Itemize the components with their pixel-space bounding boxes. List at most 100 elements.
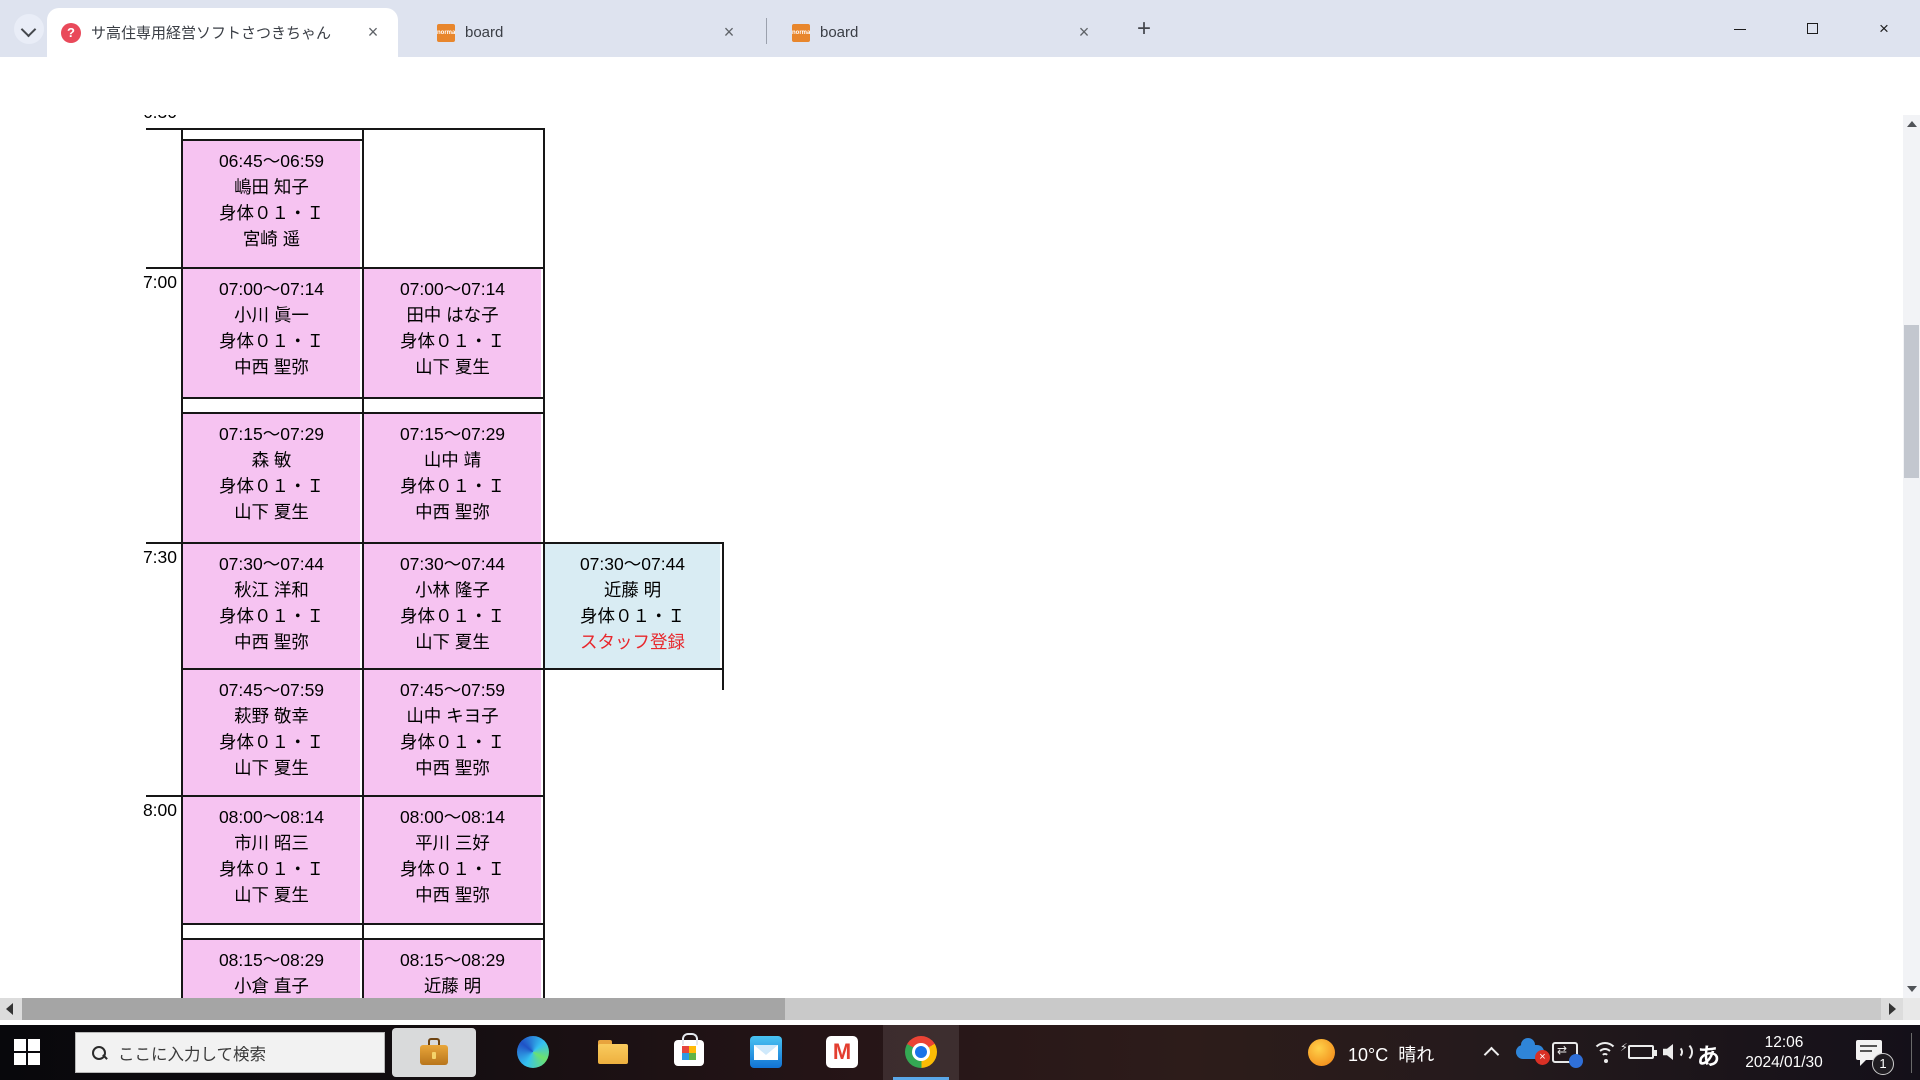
cell-service-type: 身体０１・Ｉ bbox=[580, 606, 685, 626]
tab-close-icon[interactable]: × bbox=[1073, 22, 1095, 44]
cell-time-range: 07:15〜07:29 bbox=[399, 424, 506, 444]
cell-staff-name: 山下 夏生 bbox=[234, 885, 309, 905]
tab-board-1[interactable]: norma board × bbox=[423, 8, 754, 57]
gmail-icon[interactable]: M bbox=[826, 1036, 858, 1068]
cell-client-name: 小林 隆子 bbox=[415, 580, 490, 600]
ime-indicator[interactable]: あ bbox=[1697, 1037, 1720, 1071]
cell-staff-name: 山下 夏生 bbox=[234, 758, 309, 778]
cell-service-type: 身体０１・Ｉ bbox=[219, 331, 324, 351]
cell-staff-name: 中西 聖弥 bbox=[234, 357, 309, 377]
cell-client-name: 近藤 明 bbox=[423, 976, 482, 996]
weather-text[interactable]: 10°C 晴れ bbox=[1348, 1041, 1434, 1067]
schedule-cell[interactable]: 07:45〜07:59 山中 キヨ子 身体０１・Ｉ 中西 聖弥 bbox=[364, 670, 541, 795]
microsoft-store-icon[interactable] bbox=[674, 1033, 704, 1066]
schedule-cell[interactable]: 07:15〜07:29 山中 靖身体０１・Ｉ 中西 聖弥 bbox=[364, 414, 541, 542]
screen-cast-icon[interactable] bbox=[1552, 1042, 1583, 1068]
cell-time-range: 08:00〜08:14 bbox=[399, 807, 506, 827]
tab-search-chevron-icon[interactable] bbox=[14, 14, 44, 44]
cell-time-range: 07:30〜07:44 bbox=[399, 554, 506, 574]
satsukichan-favicon-icon: ? bbox=[61, 22, 81, 43]
cell-time-range: 08:00〜08:14 bbox=[218, 807, 325, 827]
windows-taskbar: ここに入力して検索 M 10°C 晴れ あ 12:06 202 bbox=[0, 1025, 1920, 1080]
show-desktop-divider[interactable] bbox=[1911, 1033, 1912, 1073]
scroll-right-arrow[interactable] bbox=[1881, 998, 1903, 1020]
tab-title: サ高住専用経営ソフトさつきちゃん bbox=[91, 25, 332, 42]
scroll-left-arrow[interactable] bbox=[0, 998, 22, 1020]
speaker-wave-icon bbox=[1675, 1042, 1693, 1062]
cell-client-name: 市川 昭三 bbox=[234, 833, 309, 853]
vertical-scroll-thumb[interactable] bbox=[1904, 325, 1919, 478]
tray-expand-chevron-icon[interactable] bbox=[1483, 1046, 1500, 1063]
schedule-cell[interactable]: 07:45〜07:59 萩野 敬幸身体０１・Ｉ 山下 夏生 bbox=[183, 670, 360, 795]
cell-staff-name: 山下 夏生 bbox=[234, 502, 309, 522]
clock-date: 2024/01/30 bbox=[1745, 1054, 1823, 1071]
file-explorer-icon[interactable] bbox=[597, 1036, 629, 1068]
time-label-clipped: 6:30 bbox=[107, 115, 177, 122]
tab-close-icon[interactable]: × bbox=[362, 22, 384, 44]
scrollbar-corner bbox=[1903, 998, 1920, 1020]
time-label: 7:30 bbox=[142, 547, 177, 567]
horizontal-scroll-thumb[interactable] bbox=[22, 998, 785, 1020]
schedule-cell[interactable]: 07:30〜07:44 近藤 明身体０１・Ｉ スタッフ登録 bbox=[545, 544, 720, 668]
schedule-cell[interactable]: 08:00〜08:14 市川 昭三身体０１・Ｉ 山下 夏生 bbox=[183, 797, 360, 923]
clock-time: 12:06 bbox=[1764, 1034, 1804, 1051]
window-minimize-button[interactable] bbox=[1717, 14, 1763, 44]
new-tab-button[interactable]: + bbox=[1128, 14, 1160, 46]
cell-service-type: 身体０１・Ｉ bbox=[219, 732, 324, 752]
schedule-cell[interactable]: 08:00〜08:14 平川 三好 身体０１・Ｉ 中西 聖弥 bbox=[364, 797, 541, 923]
cell-staff-name: 山下 夏生 bbox=[415, 357, 490, 377]
browser-tab-strip: ? サ高住専用経営ソフトさつきちゃん × norma board × norma… bbox=[0, 0, 1920, 57]
weather-sun-icon[interactable] bbox=[1308, 1039, 1335, 1066]
schedule-cell[interactable]: 08:15〜08:29 小倉 直子 bbox=[183, 940, 360, 998]
window-maximize-button[interactable] bbox=[1789, 14, 1835, 44]
onedrive-error-icon[interactable] bbox=[1516, 1038, 1550, 1065]
schedule-cell[interactable]: 07:30〜07:44 秋江 洋和 身体０１・Ｉ 中西 聖弥 bbox=[183, 544, 360, 668]
cell-service-type: 身体０１・Ｉ bbox=[400, 606, 505, 626]
taskbar-search[interactable]: ここに入力して検索 bbox=[75, 1032, 385, 1073]
cell-staff-name: 中西 聖弥 bbox=[415, 885, 490, 905]
cell-service-type: 身体０１・Ｉ bbox=[219, 859, 324, 879]
cell-client-name: 近藤 明 bbox=[603, 580, 662, 600]
cell-time-range: 08:15〜08:29 bbox=[399, 950, 506, 970]
schedule-cell[interactable]: 07:00〜07:14 田中 はな子 身体０１・Ｉ 山下 夏生 bbox=[364, 269, 541, 397]
search-icon bbox=[92, 1045, 106, 1060]
wifi-icon[interactable] bbox=[1592, 1042, 1618, 1064]
cell-client-name: 田中 はな子 bbox=[406, 305, 499, 325]
scroll-down-arrow-icon[interactable] bbox=[1907, 986, 1917, 992]
board-favicon-icon: norma bbox=[792, 23, 810, 42]
mail-icon[interactable] bbox=[750, 1036, 782, 1068]
tab-board-2[interactable]: norma board × bbox=[778, 8, 1109, 57]
tab-title: board bbox=[465, 24, 504, 41]
cell-service-type: 身体０１・Ｉ bbox=[400, 732, 505, 752]
tab-close-icon[interactable]: × bbox=[718, 22, 740, 44]
schedule-cell[interactable]: 07:00〜07:14 小川 眞一 身体０１・Ｉ 中西 聖弥 bbox=[183, 269, 360, 397]
cell-client-name: 山中 靖 bbox=[423, 450, 482, 470]
horizontal-scrollbar[interactable] bbox=[0, 998, 1903, 1020]
grid-line bbox=[146, 128, 545, 130]
tab-satsukichan[interactable]: ? サ高住専用経営ソフトさつきちゃん × bbox=[47, 8, 398, 57]
start-button[interactable] bbox=[14, 1039, 41, 1066]
scroll-up-arrow-icon[interactable] bbox=[1907, 121, 1917, 127]
cell-client-name: 秋江 洋和 bbox=[234, 580, 309, 600]
window-close-button[interactable]: × bbox=[1861, 14, 1907, 44]
taskbar-app-chrome-active[interactable] bbox=[883, 1025, 959, 1080]
schedule-cell[interactable]: 07:15〜07:29 森 敏身体０１・Ｉ 山下 夏生 bbox=[183, 414, 360, 542]
cell-client-name: 嶋田 知子 bbox=[234, 177, 309, 197]
taskbar-clock[interactable]: 12:06 2024/01/30 bbox=[1733, 1033, 1835, 1073]
cell-service-type: 身体０１・Ｉ bbox=[219, 476, 324, 496]
cell-service-type: 身体０１・Ｉ bbox=[219, 606, 324, 626]
battery-icon[interactable] bbox=[1620, 1041, 1657, 1059]
notification-badge: 1 bbox=[1872, 1053, 1894, 1075]
taskbar-app-briefcase[interactable] bbox=[392, 1028, 476, 1077]
tab-title: board bbox=[820, 24, 859, 41]
cell-time-range: 07:45〜07:59 bbox=[218, 680, 325, 700]
cell-client-name: 萩野 敬幸 bbox=[234, 706, 309, 726]
cell-service-type: 身体０１・Ｉ bbox=[400, 476, 505, 496]
schedule-cell[interactable]: 06:45〜06:59 嶋田 知子 身体０１・Ｉ 宮崎 遥 bbox=[183, 141, 360, 267]
schedule-cell[interactable]: 07:30〜07:44 小林 隆子 身体０１・Ｉ 山下 夏生 bbox=[364, 544, 541, 668]
schedule-cell[interactable]: 08:15〜08:29 近藤 明 bbox=[364, 940, 541, 998]
edge-icon[interactable] bbox=[517, 1036, 549, 1068]
vertical-scrollbar[interactable] bbox=[1903, 115, 1920, 998]
cell-time-range: 07:45〜07:59 bbox=[399, 680, 506, 700]
search-placeholder: ここに入力して検索 bbox=[118, 1045, 267, 1064]
